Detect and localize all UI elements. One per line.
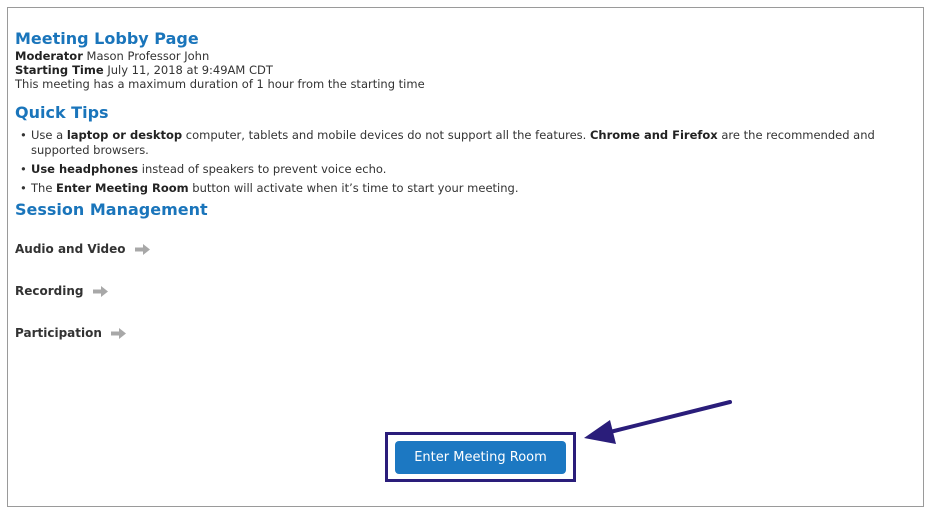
bullet-icon: •: [20, 162, 27, 176]
quick-tips-title: Quick Tips: [15, 103, 109, 122]
arrow-right-icon: [134, 243, 150, 255]
tip-item: • The Enter Meeting Room button will act…: [20, 181, 519, 195]
audio-video-toggle[interactable]: Audio and Video: [15, 239, 905, 259]
page-title: Meeting Lobby Page: [15, 29, 199, 48]
participation-label: Participation: [15, 326, 102, 340]
annotation-arrow-icon: [584, 400, 732, 444]
quick-tips-list: • Use a laptop or desktop computer, tabl…: [15, 128, 905, 196]
participation-toggle[interactable]: Participation: [15, 323, 905, 343]
moderator-value: Mason Professor John: [86, 49, 210, 63]
starting-time-label: Starting Time: [15, 63, 104, 77]
bullet-icon: •: [20, 181, 27, 195]
moderator-line: Moderator Mason Professor John: [15, 49, 905, 63]
bullet-icon: •: [20, 128, 27, 142]
audio-video-label: Audio and Video: [15, 242, 126, 256]
enter-meeting-room-button[interactable]: Enter Meeting Room: [395, 441, 566, 474]
recording-label: Recording: [15, 284, 84, 298]
duration-note: This meeting has a maximum duration of 1…: [15, 77, 425, 91]
starting-time-line: Starting Time July 11, 2018 at 9:49AM CD…: [15, 63, 905, 77]
starting-time-value: July 11, 2018 at 9:49AM CDT: [107, 63, 273, 77]
recording-toggle[interactable]: Recording: [15, 281, 905, 301]
tip-item: • Use headphones instead of speakers to …: [20, 162, 387, 176]
moderator-label: Moderator: [15, 49, 83, 63]
session-management-title: Session Management: [15, 200, 208, 219]
arrow-right-icon: [92, 285, 108, 297]
lobby-content: Meeting Lobby Page Moderator Mason Profe…: [15, 29, 905, 343]
arrow-right-icon: [110, 327, 126, 339]
tip-item: • Use a laptop or desktop computer, tabl…: [20, 128, 875, 157]
